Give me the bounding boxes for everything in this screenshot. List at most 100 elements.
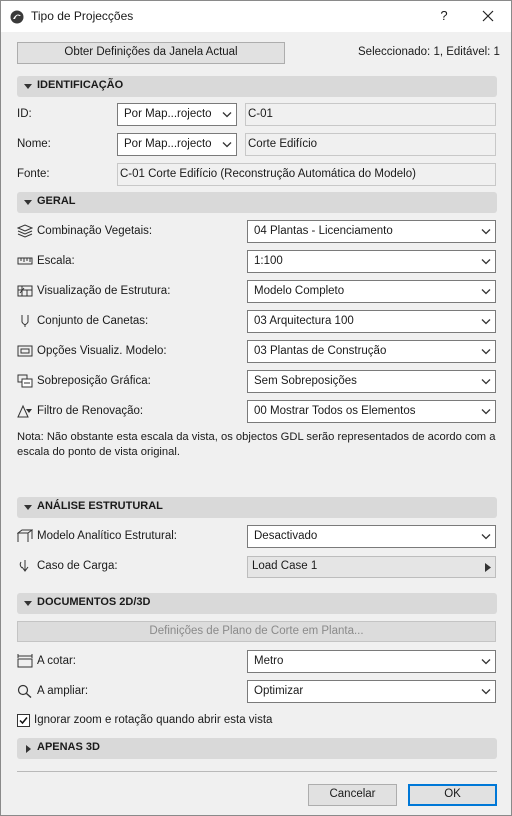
section-identificacao[interactable]: IDENTIFICAÇÃO [17,76,497,97]
renovacao-value: 00 Mostrar Todos os Elementos [254,405,416,417]
estrutura-label: Visualização de Estrutura: [37,285,171,297]
expand-arrow-right-icon [26,745,31,753]
cotar-value: Metro [254,655,284,667]
ok-button[interactable]: OK [408,784,497,806]
expand-arrow-icon [24,84,32,89]
caso-carga-selector[interactable]: Load Case 1 [247,556,496,578]
nome-label: Nome: [17,138,51,150]
renovation-filter-icon [17,404,32,418]
visualiz-modelo-value: 03 Plantas de Construção [254,345,387,357]
canetas-label: Conjunto de Canetas: [37,315,149,327]
pen-set-icon [21,315,29,327]
title-bar: Tipo de Projecções ? [1,1,511,32]
cancel-button[interactable]: Cancelar [308,784,397,806]
sobreposicao-value: Sem Sobreposições [254,375,357,387]
modelo-analitico-dropdown[interactable]: Desactivado [247,525,496,548]
analytical-model-icon [17,529,33,542]
canetas-value: 03 Arquitectura 100 [254,315,354,327]
estrutura-value: Modelo Completo [254,285,345,297]
modelo-analitico-value: Desactivado [254,530,318,542]
visualiz-modelo-dropdown[interactable]: 03 Plantas de Construção [247,340,496,363]
ignore-zoom-label[interactable]: Ignorar zoom e rotação quando abrir esta… [34,714,272,726]
ampliar-label: A ampliar: [37,685,89,697]
section-analise-estrutural[interactable]: ANÁLISE ESTRUTURAL [17,497,497,518]
escala-dropdown[interactable]: 1:100 [247,250,496,273]
footer-divider [17,771,497,772]
fonte-field: C-01 Corte Edifício (Reconstrução Automá… [117,163,496,186]
expand-arrow-icon [24,601,32,606]
combinacao-dropdown[interactable]: 04 Plantas - Licenciamento [247,220,496,243]
selection-status: Seleccionado: 1, Editável: 1 [358,46,500,58]
structure-display-icon [17,285,33,297]
close-icon[interactable] [477,6,499,26]
graphic-override-icon [17,374,33,388]
modelo-analitico-label: Modelo Analítico Estrutural: [37,530,177,542]
visualiz-modelo-label: Opções Visualiz. Modelo: [37,345,167,357]
chevron-down-icon [481,534,491,540]
layers-icon [17,224,33,238]
expand-arrow-icon [24,505,32,510]
id-field[interactable]: C-01 [245,103,496,126]
chevron-down-icon [481,289,491,295]
renovacao-label: Filtro de Renovação: [37,405,144,417]
section-title: APENAS 3D [37,741,100,753]
fonte-value: C-01 Corte Edifício (Reconstrução Automá… [120,168,416,180]
load-case-icon [19,560,29,572]
section-title: IDENTIFICAÇÃO [37,79,124,91]
combinacao-label: Combinação Vegetais: [37,225,153,237]
escala-label: Escala: [37,255,75,267]
ampliar-dropdown[interactable]: Optimizar [247,680,496,703]
cotar-label: A cotar: [37,655,76,667]
caso-carga-label: Caso de Carga: [37,560,118,572]
nome-field[interactable]: Corte Edifício [245,133,496,156]
chevron-down-icon [481,659,491,665]
nome-mode-value: Por Map...rojecto [124,138,212,150]
dialog-window: Tipo de Projecções ? Obter Definições da… [0,0,512,816]
chevron-down-icon [481,409,491,415]
help-button[interactable]: ? [434,6,454,26]
section-title: GERAL [37,195,76,207]
estrutura-dropdown[interactable]: Modelo Completo [247,280,496,303]
window-title: Tipo de Projecções [31,9,134,23]
cotar-dropdown[interactable]: Metro [247,650,496,673]
caso-carga-value: Load Case 1 [252,560,318,572]
section-apenas-3d[interactable]: APENAS 3D [17,738,497,759]
sobreposicao-dropdown[interactable]: Sem Sobreposições [247,370,496,393]
renovacao-dropdown[interactable]: 00 Mostrar Todos os Elementos [247,400,496,423]
cut-plane-settings-button[interactable]: Definições de Plano de Corte em Planta..… [17,621,496,642]
scale-note: Nota: Não obstante esta escala da vista,… [17,431,496,458]
chevron-down-icon [222,112,232,118]
canetas-dropdown[interactable]: 03 Arquitectura 100 [247,310,496,333]
chevron-down-icon [481,379,491,385]
nome-value: Corte Edifício [248,138,318,150]
archicad-logo-icon [10,10,24,24]
id-value: C-01 [248,108,273,120]
ruler-icon [17,257,33,265]
get-current-window-settings-button[interactable]: Obter Definições da Janela Actual [17,42,285,64]
zoom-icon [17,684,32,698]
ignore-zoom-checkbox[interactable] [17,714,30,727]
sobreposicao-label: Sobreposição Gráfica: [37,375,151,387]
section-geral[interactable]: GERAL [17,192,497,213]
checkmark-icon [19,717,28,725]
chevron-down-icon [481,229,491,235]
dimension-icon [17,654,33,668]
section-title: ANÁLISE ESTRUTURAL [37,500,163,512]
chevron-down-icon [481,259,491,265]
id-mode-value: Por Map...rojecto [124,108,212,120]
escala-value: 1:100 [254,255,283,267]
section-title: DOCUMENTOS 2D/3D [37,596,151,608]
model-view-icon [17,345,33,357]
chevron-down-icon [481,689,491,695]
ampliar-value: Optimizar [254,685,304,697]
chevron-down-icon [481,319,491,325]
id-label: ID: [17,108,32,120]
combinacao-value: 04 Plantas - Licenciamento [254,225,393,237]
nome-mode-dropdown[interactable]: Por Map...rojecto [117,133,237,156]
submenu-arrow-icon [485,563,491,572]
section-documentos[interactable]: DOCUMENTOS 2D/3D [17,593,497,614]
fonte-label: Fonte: [17,168,50,180]
expand-arrow-icon [24,200,32,205]
chevron-down-icon [222,142,232,148]
id-mode-dropdown[interactable]: Por Map...rojecto [117,103,237,126]
